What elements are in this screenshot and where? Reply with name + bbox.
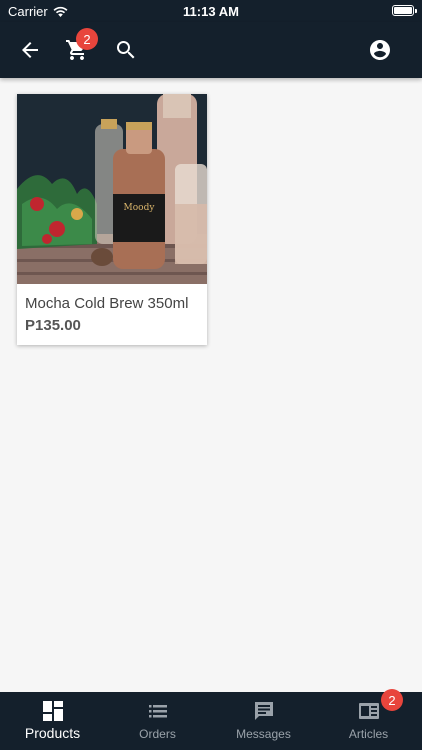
- nav-item-orders[interactable]: Orders: [105, 692, 210, 750]
- nav-item-messages[interactable]: Messages: [211, 692, 316, 750]
- product-card[interactable]: Moody Mocha Cold Brew 350ml P135.00: [17, 94, 207, 345]
- dashboard-icon: [42, 701, 63, 721]
- product-image: Moody: [17, 94, 207, 284]
- search-button[interactable]: [112, 36, 140, 64]
- app-bar: 2: [0, 22, 422, 78]
- status-bar: Carrier 11:13 AM: [0, 0, 422, 22]
- product-price: P135.00: [25, 317, 81, 334]
- battery-icon: [392, 5, 417, 16]
- product-name: Mocha Cold Brew 350ml: [25, 295, 189, 312]
- chat-icon: [254, 702, 273, 720]
- nav-item-articles[interactable]: Articles: [316, 692, 421, 750]
- bottle-label: Moody: [124, 203, 156, 213]
- cart-count-badge: 2: [76, 28, 98, 50]
- account-circle-icon: [370, 40, 390, 60]
- nav-label-orders: Orders: [139, 727, 176, 741]
- arrow-back-icon: [22, 42, 38, 58]
- search-icon: [117, 41, 135, 59]
- articles-count-badge: 2: [381, 689, 403, 711]
- list-icon: [148, 705, 167, 718]
- clock: 11:13 AM: [183, 4, 239, 19]
- nav-label-messages: Messages: [236, 727, 291, 741]
- article-icon: [358, 703, 379, 719]
- nav-item-products[interactable]: Products: [0, 692, 105, 750]
- account-button[interactable]: [366, 36, 394, 64]
- bottom-nav: Products Orders Messages Articles: [0, 692, 422, 750]
- nav-label-articles: Articles: [348, 727, 389, 741]
- nav-label-products: Products: [24, 725, 81, 741]
- back-button[interactable]: [16, 36, 44, 64]
